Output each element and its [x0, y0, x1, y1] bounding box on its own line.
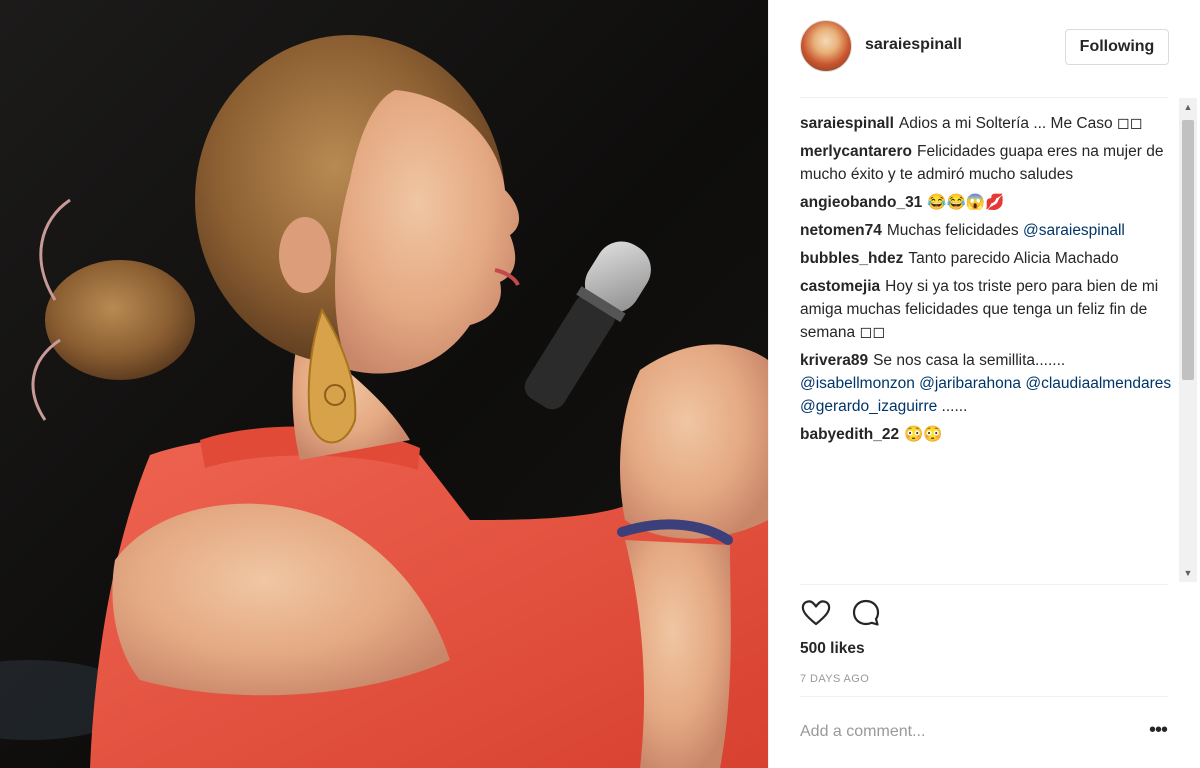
comment-username[interactable]: bubbles_hdez [800, 250, 903, 267]
comment-item: angieobando_31 😂😂😱💋 [800, 191, 1180, 214]
following-button[interactable]: Following [1065, 29, 1169, 65]
comment-item: netomen74 Muchas felicidades @saraiespina… [800, 219, 1180, 242]
scroll-down-arrow-icon[interactable]: ▼ [1179, 564, 1197, 582]
comment-text: Adios a mi Soltería ... Me Caso ◻◻ [898, 115, 1143, 132]
comments-list: saraiespinall Adios a mi Soltería ... Me … [800, 112, 1180, 582]
more-options-icon[interactable]: ••• [1144, 720, 1172, 744]
comment-tail: ...... [941, 398, 968, 415]
header-divider [800, 97, 1168, 98]
comment-item: krivera89 Se nos casa la semillita.......… [800, 349, 1180, 418]
add-comment-input[interactable] [800, 716, 1120, 748]
comment-username[interactable]: angieobando_31 [800, 194, 922, 211]
comment-item: babyedith_22 😳😳 [800, 423, 1180, 446]
comment-username[interactable]: castomejia [800, 278, 880, 295]
comment-username[interactable]: krivera89 [800, 352, 868, 369]
comment-mention[interactable]: @isabellmonzon @jaribarahona @claudiaalm… [800, 375, 1171, 415]
post-photo [0, 0, 768, 768]
comment-text: 😂😂😱💋 [927, 194, 1005, 211]
comment-text: Se nos casa la semillita....... [873, 352, 1066, 369]
post-timestamp: 7 DAYS AGO [800, 673, 870, 685]
heart-icon[interactable] [800, 597, 832, 629]
comment-username[interactable]: netomen74 [800, 222, 882, 239]
comment-text: 😳😳 [904, 426, 943, 443]
comment-item: bubbles_hdez Tanto parecido Alicia Machad… [800, 247, 1180, 270]
post-header: saraiespinall Following [769, 0, 1200, 97]
scroll-thumb[interactable] [1182, 120, 1194, 380]
comment-bubble-icon[interactable] [850, 597, 882, 629]
comment-mention[interactable]: @saraiespinall [1023, 222, 1125, 239]
comment-item: saraiespinall Adios a mi Soltería ... Me … [800, 112, 1180, 135]
comments-scrollbar[interactable]: ▲ ▼ [1179, 98, 1197, 582]
actions-divider [800, 584, 1168, 585]
scroll-up-arrow-icon[interactable]: ▲ [1179, 98, 1197, 116]
photo-illustration [0, 35, 768, 768]
comment-item: merlycantarero Felicidades guapa eres na … [800, 140, 1180, 186]
comment-username[interactable]: babyedith_22 [800, 426, 899, 443]
post-side-panel: saraiespinall Following saraiespinall Adi… [768, 0, 1200, 768]
comment-username[interactable]: saraiespinall [800, 115, 894, 132]
comment-text: Tanto parecido Alicia Machado [908, 250, 1119, 267]
author-avatar[interactable] [800, 20, 852, 72]
comment-box-divider [800, 696, 1168, 697]
comment-text: Muchas felicidades [886, 222, 1019, 239]
comment-username[interactable]: merlycantarero [800, 143, 912, 160]
author-username[interactable]: saraiespinall [865, 36, 962, 54]
comment-item: castomejia Hoy si ya tos triste pero para… [800, 275, 1180, 344]
likes-count[interactable]: 500 likes [800, 640, 865, 658]
